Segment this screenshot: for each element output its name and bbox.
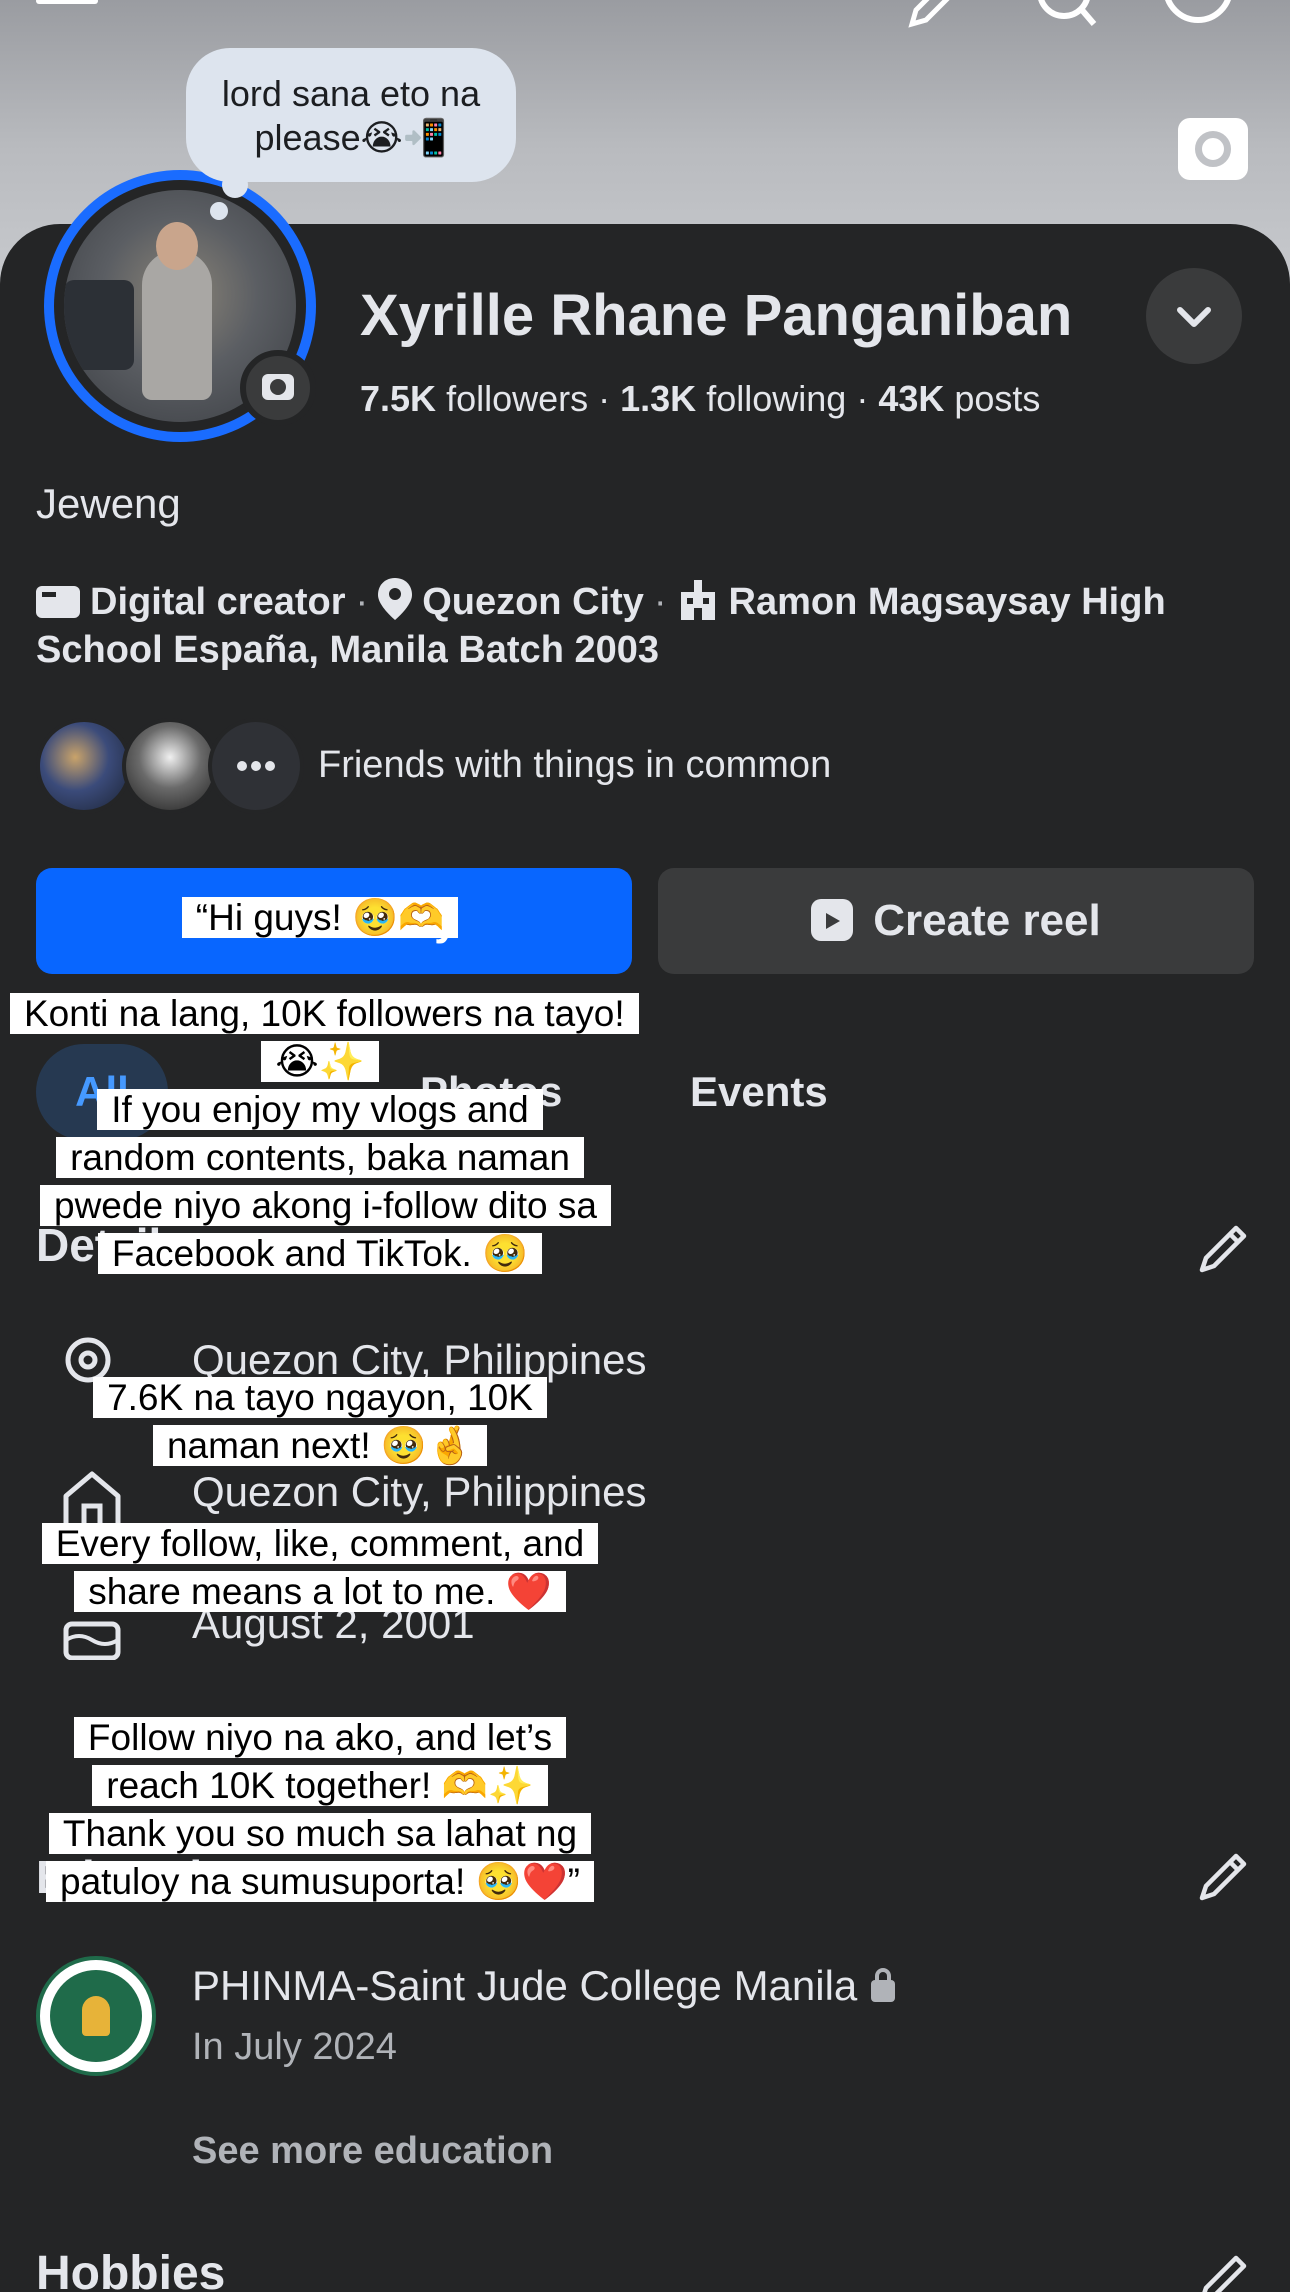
more-options-icon[interactable] bbox=[1160, 0, 1236, 32]
profile-note[interactable]: lord sana eto na please😭📲 bbox=[186, 48, 516, 182]
caption-text: Thank you so much sa lahat ng patuloy na… bbox=[46, 1813, 594, 1902]
hometown-text: Quezon City, Philippines bbox=[192, 1468, 647, 1515]
friend-avatar[interactable] bbox=[122, 718, 218, 814]
following-count[interactable]: 1.3K bbox=[620, 378, 696, 419]
profile-dropdown-button[interactable] bbox=[1146, 268, 1242, 364]
see-more-education-link[interactable]: See more education bbox=[192, 2130, 553, 2173]
friends-in-common-label[interactable]: Friends with things in common bbox=[318, 744, 831, 787]
school-icon bbox=[680, 580, 715, 620]
category-icon bbox=[36, 586, 80, 618]
hobbies-heading: Hobbies bbox=[36, 2247, 226, 2292]
create-reel-label: Create reel bbox=[873, 896, 1101, 945]
intro-details: Digital creator · Quezon City · Ramon Magsay… bbox=[36, 578, 1256, 674]
following-label[interactable]: following bbox=[706, 378, 846, 419]
profile-bio: Jeweng bbox=[36, 480, 181, 527]
friend-avatar[interactable] bbox=[36, 718, 132, 814]
followers-count[interactable]: 7.5K bbox=[360, 378, 436, 419]
category-text: Digital creator bbox=[90, 581, 346, 623]
edit-icon[interactable] bbox=[904, 0, 966, 32]
followers-label[interactable]: followers bbox=[446, 378, 588, 419]
cover-camera-icon[interactable] bbox=[1178, 118, 1248, 180]
location-text[interactable]: Quezon City bbox=[422, 581, 644, 623]
stats-separator: · bbox=[856, 378, 879, 419]
school-logo[interactable] bbox=[36, 1956, 156, 2076]
caption-line-thanks: Every follow, like, comment, and share m… bbox=[40, 1520, 600, 1616]
caption-line-vlogs: If you enjoy my vlogs and random content… bbox=[40, 1086, 611, 1278]
menu-icon[interactable] bbox=[36, 0, 98, 32]
tab-events[interactable]: Events bbox=[690, 1044, 828, 1140]
search-icon[interactable] bbox=[1030, 0, 1100, 32]
education-school-name[interactable]: PHINMA-Saint Jude College Manila bbox=[192, 1962, 896, 2010]
lock-icon bbox=[871, 1968, 896, 2002]
profile-name: Xyrille Rhane Panganiban bbox=[360, 283, 1073, 348]
more-dots-icon bbox=[237, 761, 275, 771]
note-bubble-tail bbox=[222, 172, 248, 198]
more-friends-avatar[interactable] bbox=[208, 718, 304, 814]
detail-separator: · bbox=[355, 581, 369, 623]
posts-count: 43K bbox=[878, 378, 945, 419]
avatar-camera-icon[interactable] bbox=[240, 350, 316, 426]
caption-text: Every follow, like, comment, and share m… bbox=[41, 1523, 599, 1612]
edit-hobbies-pencil-icon[interactable] bbox=[1196, 2250, 1252, 2292]
profile-stats: 7.5K followers · 1.3K following · 43K po… bbox=[360, 378, 1040, 420]
edit-education-pencil-icon[interactable] bbox=[1196, 1848, 1252, 1904]
caption-text: Follow niyo na ako, and let’s reach 10K … bbox=[73, 1717, 567, 1806]
caption-line-support: Thank you so much sa lahat ng patuloy na… bbox=[40, 1810, 600, 1906]
avatar-background-car bbox=[64, 280, 134, 370]
posts-label: posts bbox=[954, 378, 1041, 419]
mutual-friends-row[interactable]: Friends with things in common bbox=[36, 718, 1236, 814]
edit-details-pencil-icon[interactable] bbox=[1196, 1220, 1252, 1276]
caption-text: 7.6K na tayo ngayon, 10K naman next! 🥹🤞 bbox=[93, 1377, 547, 1466]
detail-separator: · bbox=[653, 581, 667, 623]
avatar-person-head bbox=[156, 222, 198, 270]
caption-line-follow: Follow niyo na ako, and let’s reach 10K … bbox=[50, 1714, 590, 1810]
create-reel-button[interactable]: Create reel bbox=[658, 868, 1254, 974]
caption-text: Konti na lang, 10K followers na tayo! 😭✨ bbox=[10, 993, 639, 1082]
caption-line-followers: Konti na lang, 10K followers na tayo! 😭✨ bbox=[10, 990, 639, 1086]
avatar-person bbox=[142, 250, 212, 400]
caption-text: “Hi guys! 🥹🫶 bbox=[181, 897, 459, 938]
caption-line-greeting: “Hi guys! 🥹🫶 bbox=[0, 894, 640, 942]
stats-separator: · bbox=[598, 378, 621, 419]
home-icon bbox=[63, 1471, 121, 1528]
caption-text: If you enjoy my vlogs and random content… bbox=[40, 1089, 611, 1274]
education-since: In July 2024 bbox=[192, 2026, 397, 2068]
reel-icon bbox=[811, 899, 854, 941]
chevron-down-icon bbox=[1177, 307, 1211, 327]
caption-line-goal: 7.6K na tayo ngayon, 10K naman next! 🥹🤞 bbox=[60, 1374, 580, 1470]
location-pin-icon bbox=[378, 578, 413, 620]
note-bubble-tail-small bbox=[210, 202, 228, 220]
school-name-text: PHINMA-Saint Jude College Manila bbox=[192, 1962, 858, 2009]
